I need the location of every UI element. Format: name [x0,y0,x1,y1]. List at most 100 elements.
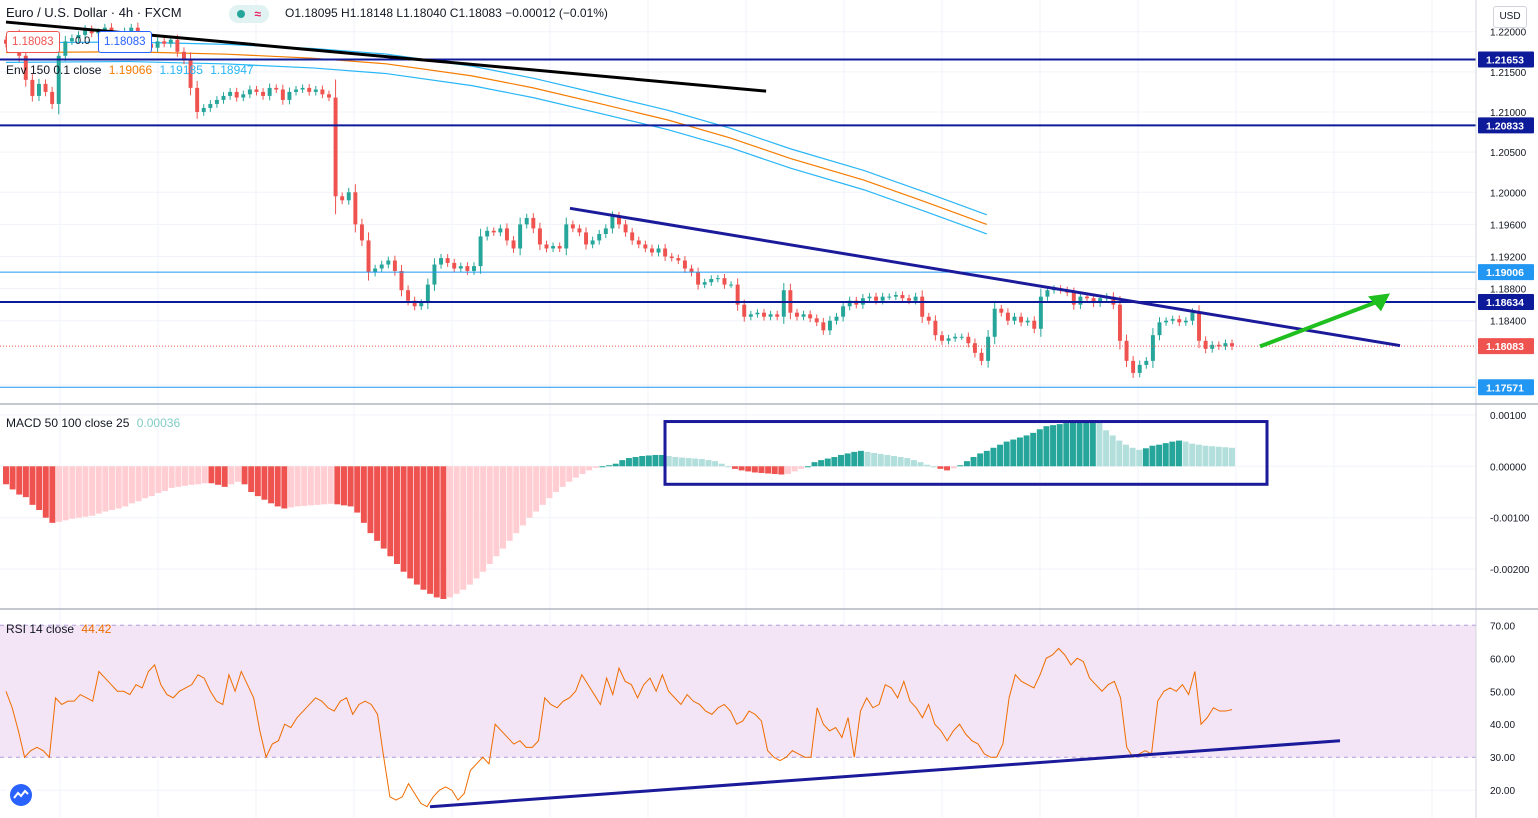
candle[interactable] [972,338,977,358]
candle[interactable] [373,264,378,277]
candle[interactable] [603,224,608,239]
candle[interactable] [1124,334,1129,368]
candle[interactable] [30,74,35,102]
pane-dividers[interactable] [0,403,1538,610]
candle[interactable] [966,332,971,348]
candle[interactable] [280,84,285,105]
candle[interactable] [241,90,246,102]
candle[interactable] [366,232,371,281]
candle[interactable] [307,84,312,96]
price-level-tag[interactable]: 1.17571 [1478,379,1534,396]
candle[interactable] [544,240,549,253]
candle[interactable] [261,88,266,100]
candle[interactable] [847,296,852,311]
price-level-tag[interactable]: 1.21653 [1478,51,1534,68]
candle[interactable] [425,278,430,310]
candle[interactable] [557,242,562,253]
candle[interactable] [999,304,1004,317]
candle[interactable] [636,236,641,249]
candle[interactable] [702,278,707,289]
candle[interactable] [814,314,819,327]
horizontal-levels[interactable] [0,58,1476,388]
candle[interactable] [623,219,628,237]
candle[interactable] [1150,328,1155,368]
candle[interactable] [617,211,621,229]
candle[interactable] [412,296,417,311]
candle[interactable] [953,333,958,342]
candle[interactable] [992,301,997,345]
candle[interactable] [649,244,654,257]
candle[interactable] [729,281,734,288]
currency-selector[interactable]: USD [1493,6,1527,28]
candle[interactable] [485,226,490,241]
candle[interactable] [1038,288,1043,337]
candle[interactable] [1216,341,1221,350]
rsi-legend[interactable]: RSI 14 close 44.42 [6,622,111,636]
candle[interactable] [69,34,74,46]
candle[interactable] [590,236,595,249]
candle[interactable] [1164,317,1169,326]
candle[interactable] [940,331,944,345]
candle[interactable] [201,104,206,116]
candle[interactable] [1117,296,1122,350]
candle[interactable] [643,240,648,253]
candle[interactable] [676,254,681,265]
candle[interactable] [577,224,582,237]
candle[interactable] [1210,340,1215,353]
candle[interactable] [432,258,437,291]
candle[interactable] [195,81,200,119]
candle[interactable] [946,334,951,345]
candle[interactable] [584,227,589,250]
candle[interactable] [392,255,397,276]
candle[interactable] [920,290,925,323]
candle[interactable] [597,229,602,245]
candle[interactable] [564,217,569,256]
envelope-legend[interactable]: Env 150 0.1 close 1.19066 1.19185 1.1894… [6,63,254,77]
candle[interactable] [379,260,384,273]
candle[interactable] [722,273,727,289]
candle[interactable] [1111,292,1116,310]
candle[interactable] [214,96,219,108]
candle[interactable] [63,35,68,62]
candle[interactable] [755,309,760,318]
price-level-tag[interactable]: 1.20833 [1478,117,1534,134]
candle[interactable] [386,256,391,269]
candle[interactable] [274,84,279,93]
candle[interactable] [834,312,839,325]
candle[interactable] [333,79,338,215]
candle[interactable] [327,90,331,102]
candle[interactable] [748,310,753,321]
candle[interactable] [1203,336,1208,354]
candle[interactable] [359,218,364,247]
candle[interactable] [1223,339,1228,351]
candle[interactable] [1019,312,1024,327]
candle[interactable] [1230,339,1234,351]
candle[interactable] [234,87,239,102]
candle[interactable] [524,213,529,229]
candle[interactable] [267,83,272,101]
candle[interactable] [900,291,905,302]
candle[interactable] [313,85,318,96]
candle[interactable] [669,253,674,262]
candle[interactable] [887,293,892,300]
price-level-tag[interactable]: 1.18634 [1478,293,1534,310]
candle[interactable] [294,85,298,96]
candle[interactable] [346,187,351,205]
candle[interactable] [181,47,186,65]
candle[interactable] [709,275,714,286]
price-axis[interactable]: 1.22000 1.21500 1.21000 1.20500 1.20000 1.196… [1475,0,1538,818]
candle[interactable] [867,293,872,302]
candle[interactable] [36,78,41,101]
candle[interactable] [775,310,780,321]
candle[interactable] [768,310,773,321]
candle[interactable] [208,100,213,112]
candle[interactable] [511,236,516,253]
candle[interactable] [247,85,252,99]
candle[interactable] [1025,317,1030,326]
candle[interactable] [452,258,457,273]
candle[interactable] [1170,315,1175,325]
price-level-tag[interactable]: 1.18083 [1478,338,1534,355]
candle[interactable] [537,222,542,251]
candle[interactable] [50,86,55,109]
sell-button[interactable]: 1.18083 [6,31,60,53]
